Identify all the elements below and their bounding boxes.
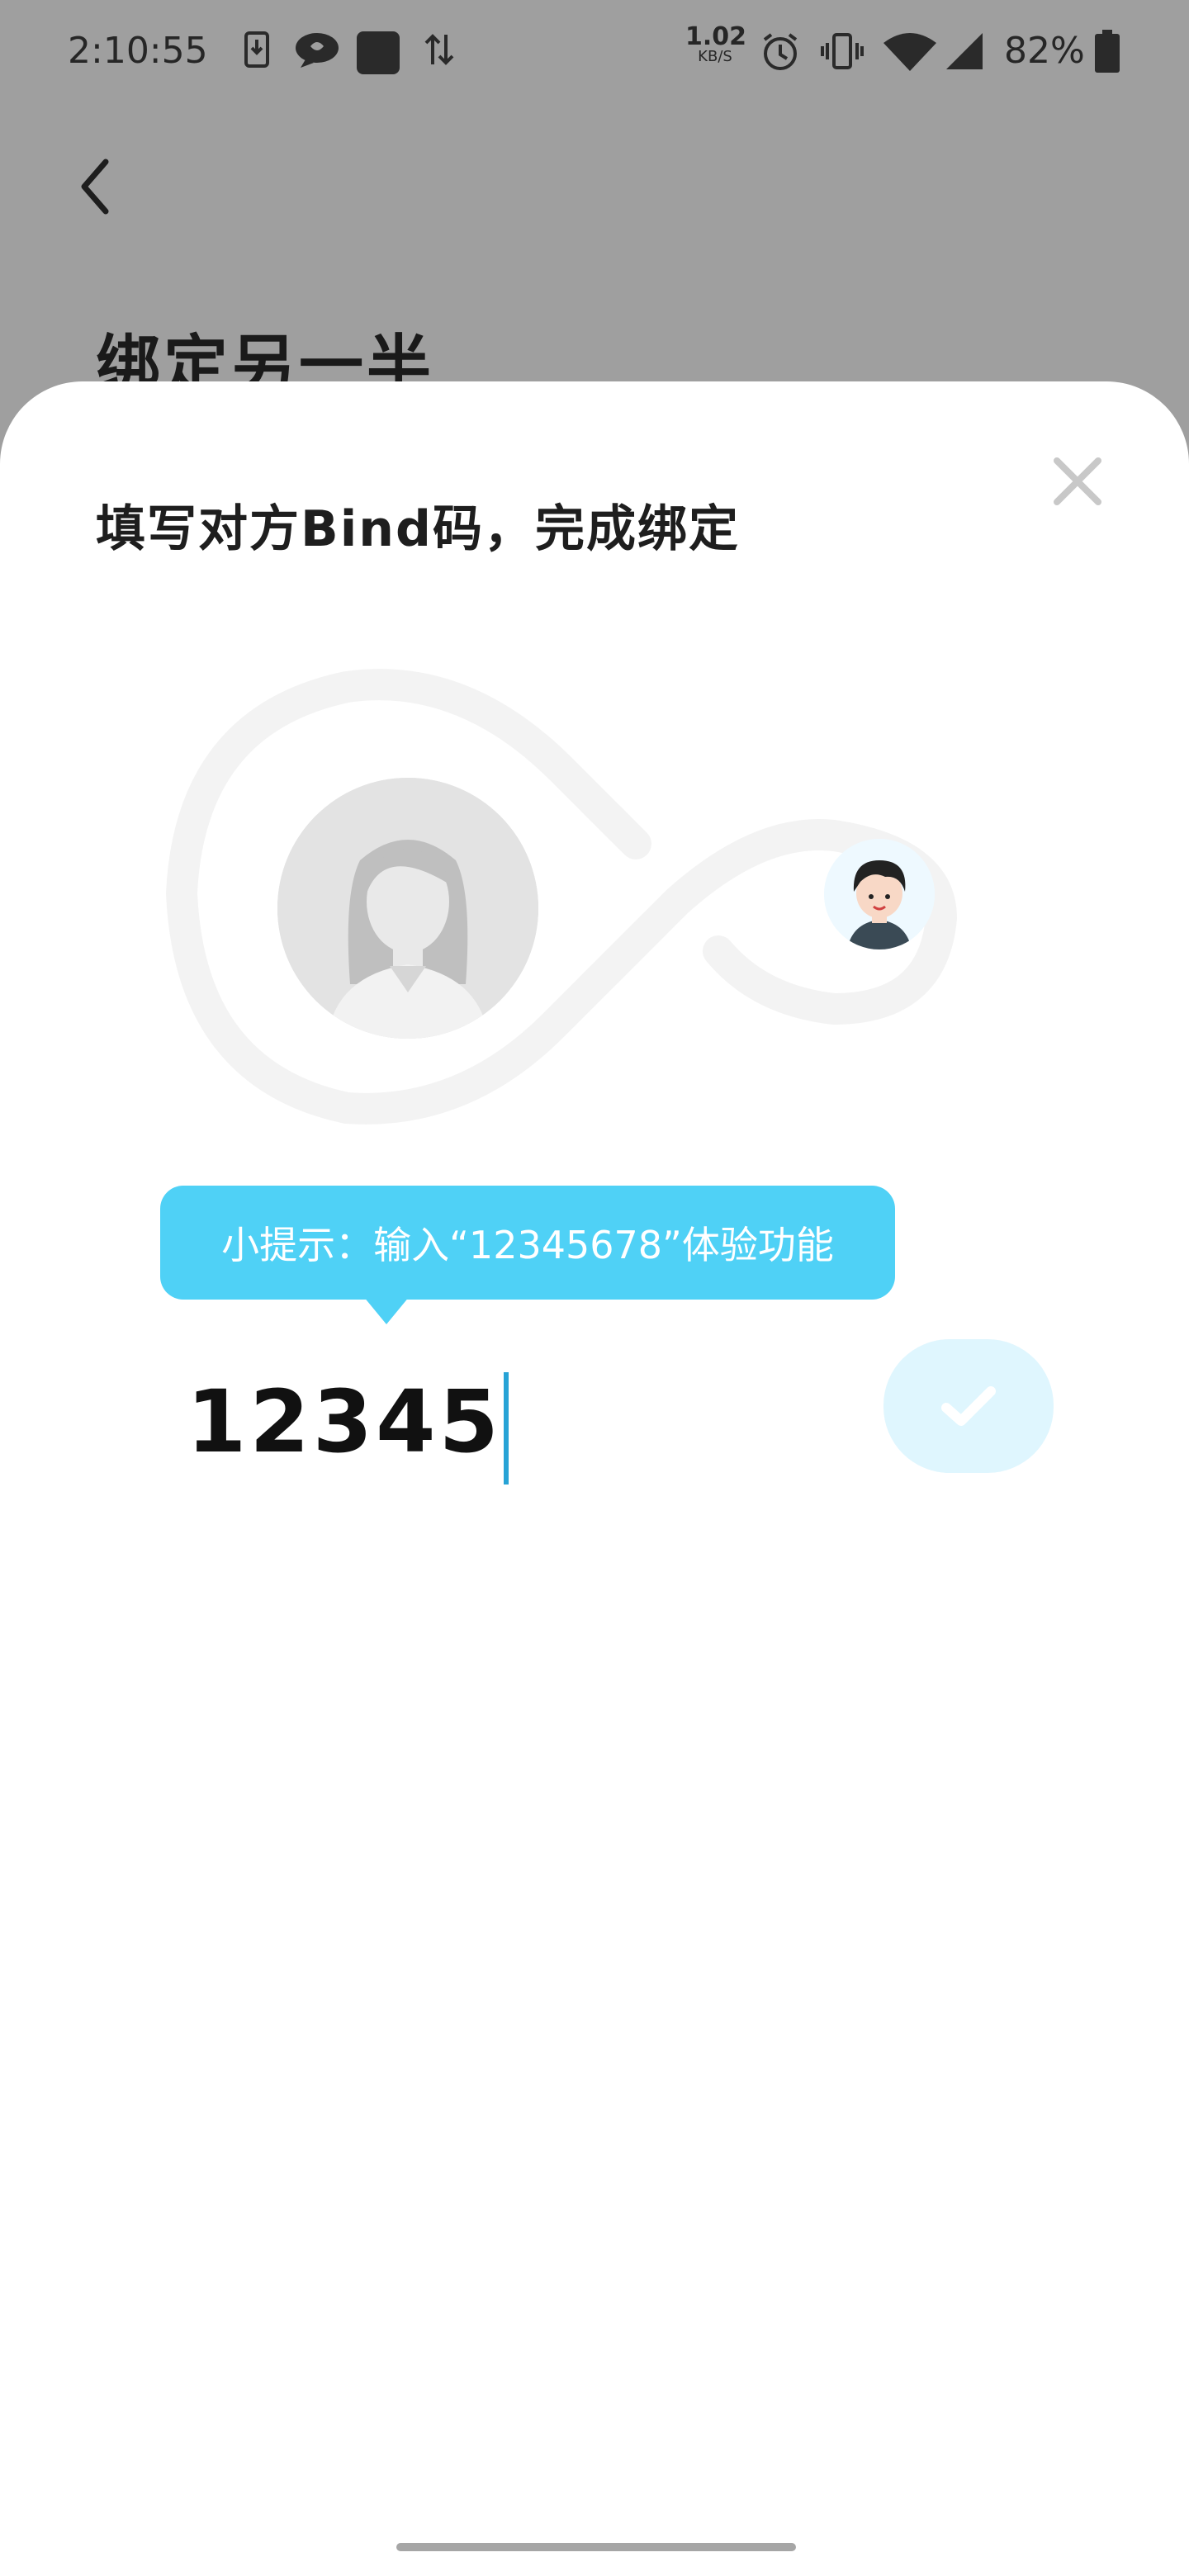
hint-tooltip-arrow: [363, 1296, 410, 1324]
back-button[interactable]: [69, 154, 127, 220]
vibrate-icon: [821, 31, 864, 80]
bind-code-value: 12345: [187, 1371, 502, 1472]
network-speed: 1.02 KB/S: [685, 22, 747, 65]
alarm-icon: [760, 31, 801, 82]
battery-percent: 82%: [1004, 30, 1085, 72]
status-time: 2:10:55: [68, 30, 208, 72]
sheet-title: 填写对方Bind码，完成绑定: [96, 500, 740, 558]
status-bar: 2:10:55 1.02 KB/S 82%: [0, 0, 1189, 106]
couple-illustration: [149, 654, 1040, 1166]
chat-icon: [294, 31, 340, 77]
wifi-icon: [883, 33, 936, 80]
my-avatar: [824, 839, 935, 949]
close-icon: [1054, 457, 1101, 505]
partner-avatar-placeholder: [277, 778, 538, 1039]
home-indicator[interactable]: [396, 2543, 796, 2551]
confirm-button[interactable]: [883, 1339, 1054, 1473]
bind-code-sheet: 填写对方Bind码，完成绑定 小提示：输入“12345678”体验功能 1234…: [0, 381, 1189, 2576]
download-icon: [244, 31, 269, 77]
close-button[interactable]: [1049, 452, 1106, 510]
chevron-left-icon: [81, 159, 109, 215]
bind-code-input[interactable]: 12345: [187, 1364, 765, 1485]
signal-icon: [946, 33, 983, 78]
hint-tooltip: 小提示：输入“12345678”体验功能: [160, 1186, 895, 1300]
hint-text: 小提示：输入“12345678”体验功能: [221, 1223, 834, 1267]
data-transfer-icon: [423, 31, 456, 77]
text-caret: [503, 1371, 509, 1485]
app-icon: [357, 31, 400, 83]
battery-icon: [1095, 30, 1120, 82]
checkmark-icon: [941, 1386, 996, 1426]
